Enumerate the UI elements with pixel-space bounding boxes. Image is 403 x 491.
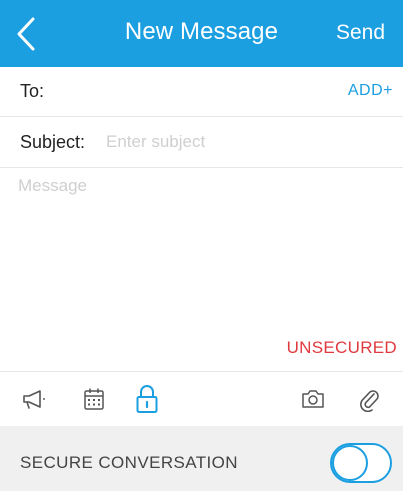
subject-label: Subject: <box>20 132 86 152</box>
subject-input[interactable] <box>106 128 386 156</box>
to-label: To: <box>20 81 45 101</box>
attach-button[interactable] <box>355 384 383 414</box>
schedule-button[interactable] <box>80 384 108 414</box>
broadcast-button[interactable] <box>20 384 48 414</box>
encryption-button[interactable] <box>133 384 161 414</box>
camera-icon <box>302 390 324 408</box>
paperclip-icon <box>360 390 379 412</box>
security-status-label: UNSECURED <box>286 338 397 357</box>
secure-conversation-toggle[interactable] <box>330 443 392 483</box>
add-recipient-button[interactable]: ADD+ <box>348 82 393 100</box>
calendar-icon <box>84 388 104 410</box>
lock-icon <box>136 385 158 413</box>
subject-row: Subject: <box>0 117 403 168</box>
secure-conversation-bar: SECURE CONVERSATION <box>0 426 403 491</box>
compose-toolbar <box>0 371 403 426</box>
megaphone-icon <box>23 390 45 409</box>
camera-button[interactable] <box>299 384 327 414</box>
secure-conversation-label: SECURE CONVERSATION <box>20 453 238 472</box>
toggle-knob <box>332 445 368 481</box>
to-row[interactable]: To: ADD+ <box>0 67 403 117</box>
send-button[interactable]: Send <box>336 21 385 45</box>
message-input[interactable] <box>18 176 388 326</box>
app-header: New Message Send <box>0 0 403 67</box>
